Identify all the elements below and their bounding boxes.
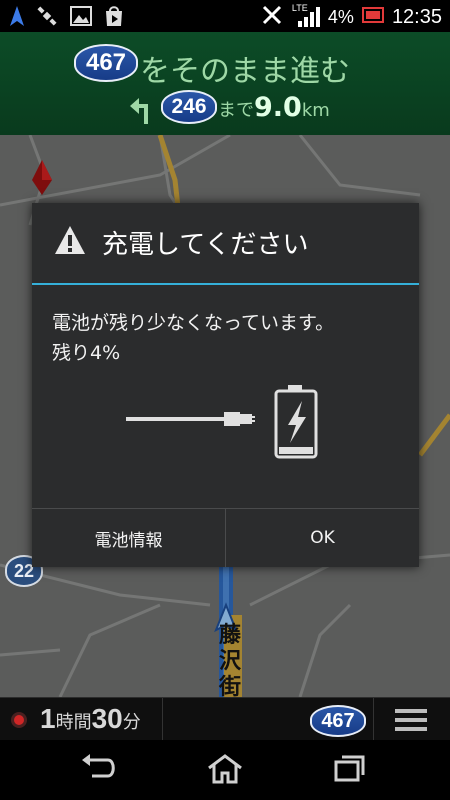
ok-button[interactable]: OK bbox=[226, 509, 419, 567]
distance-unit: km bbox=[301, 100, 330, 121]
nav-distance: まで9.0km bbox=[218, 92, 330, 123]
nav-instruction: をそのまま進む bbox=[140, 54, 350, 89]
charging-illustration bbox=[126, 381, 326, 465]
distance-value: 9.0 bbox=[254, 92, 302, 123]
recent-apps-icon[interactable] bbox=[334, 754, 366, 786]
status-bar: LTE 4% 12:35 bbox=[0, 0, 450, 32]
image-icon bbox=[70, 6, 92, 30]
eta-minutes: 30 bbox=[91, 703, 123, 734]
turn-left-icon bbox=[128, 94, 152, 128]
screen: LTE 4% 12:35 467 をそのまま進む 246 まで9.0km 22 … bbox=[0, 0, 450, 800]
warning-icon bbox=[54, 225, 86, 259]
notification-icons bbox=[10, 5, 124, 31]
navigation-arrow-icon bbox=[10, 6, 24, 30]
navigation-banner[interactable]: 467 をそのまま進む 246 まで9.0km bbox=[0, 32, 450, 135]
play-store-icon bbox=[104, 5, 124, 31]
back-icon[interactable] bbox=[82, 754, 118, 786]
route-badge-bottom: 467 bbox=[310, 705, 366, 737]
battery-info-button[interactable]: 電池情報 bbox=[32, 509, 225, 567]
route-info-bar: 1時間30分 467 bbox=[0, 697, 450, 741]
eta-hours: 1 bbox=[40, 703, 56, 734]
battery-low-icon bbox=[361, 6, 384, 28]
eta-display: 1時間30分 bbox=[40, 703, 141, 735]
clock: 12:35 bbox=[391, 5, 442, 28]
info-separator bbox=[162, 698, 163, 741]
info-separator bbox=[373, 698, 374, 741]
route-badge-current: 467 bbox=[74, 44, 138, 82]
title-divider bbox=[32, 283, 419, 285]
satellite-icon bbox=[36, 5, 58, 31]
menu-icon[interactable] bbox=[395, 709, 427, 735]
dialog-message: 電池が残り少なくなっています。 残り4% bbox=[52, 308, 334, 368]
home-icon[interactable] bbox=[207, 754, 243, 788]
dialog-title: 充電してください bbox=[102, 230, 309, 260]
eta-hours-unit: 時間 bbox=[55, 712, 92, 733]
message-line-2: 残り4% bbox=[52, 342, 121, 364]
vibrate-icon bbox=[260, 4, 284, 30]
system-navigation-bar bbox=[0, 740, 450, 800]
low-battery-dialog: 充電してください 電池が残り少なくなっています。 残り4% 電池情報 OK bbox=[32, 203, 419, 567]
route-badge-next: 246 bbox=[161, 90, 217, 124]
distance-prefix: まで bbox=[218, 100, 254, 121]
record-icon[interactable] bbox=[10, 711, 28, 733]
message-line-1: 電池が残り少なくなっています。 bbox=[52, 312, 335, 334]
battery-percent: 4% bbox=[327, 6, 354, 27]
system-status-icons: LTE 4% 12:35 bbox=[260, 3, 442, 30]
eta-minutes-unit: 分 bbox=[122, 712, 141, 733]
signal-icon: LTE bbox=[292, 3, 320, 29]
dialog-header: 充電してください bbox=[32, 203, 419, 283]
